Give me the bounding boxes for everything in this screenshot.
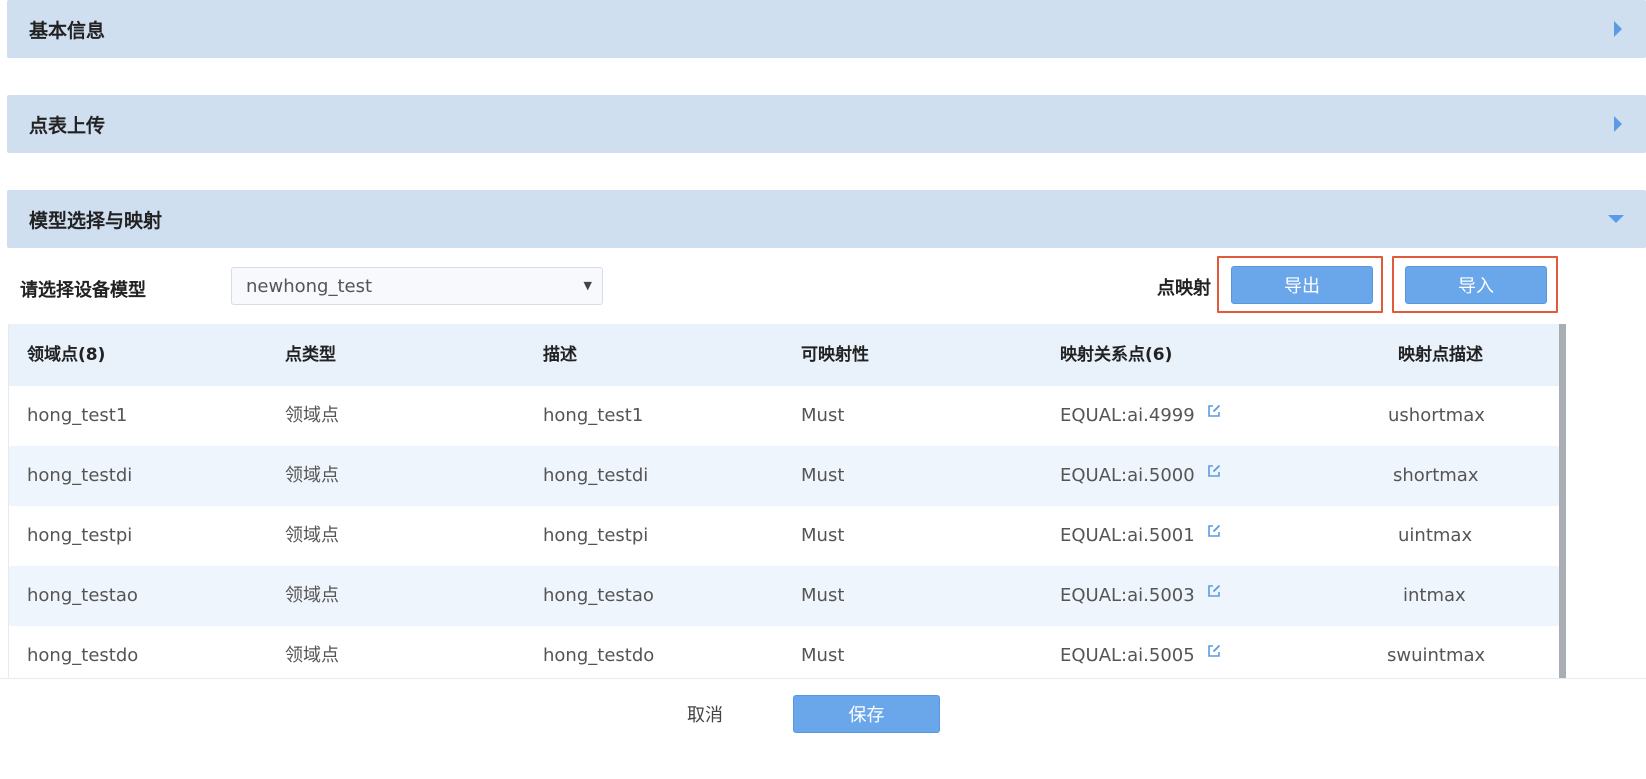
cell-mapping-desc: swuintmax bbox=[1387, 645, 1486, 666]
device-model-select[interactable]: newhong_test ▼ bbox=[231, 267, 603, 305]
mapping-table: 领域点(8) 点类型 描述 可映射性 映射关系点(6) 映射点描述 hong_t… bbox=[8, 324, 1566, 678]
cell-domain-point: hong_testpi bbox=[27, 525, 133, 546]
caret-down-icon bbox=[1608, 215, 1624, 223]
table-row: hong_testdo 领域点 hong_testdo Must EQUAL:a… bbox=[9, 626, 1559, 678]
panel-title-point-upload: 点表上传 bbox=[29, 114, 106, 137]
device-model-select-value: newhong_test bbox=[246, 275, 373, 297]
cell-point-type: 领域点 bbox=[285, 405, 339, 426]
col-header-mapping-desc: 映射点描述 bbox=[1398, 345, 1483, 365]
cell-description: hong_testpi bbox=[543, 525, 649, 546]
cell-description: hong_testdo bbox=[543, 645, 655, 666]
model-select-label: 请选择设备模型 bbox=[20, 280, 146, 301]
cell-mapping-desc: intmax bbox=[1403, 585, 1466, 606]
caret-right-icon bbox=[1614, 116, 1622, 132]
col-header-mappability: 可映射性 bbox=[801, 345, 869, 365]
mapping-point-text: EQUAL:ai.5001 bbox=[1060, 525, 1195, 546]
footer-divider bbox=[0, 678, 1646, 679]
cell-mapping-point: EQUAL:ai.5001 bbox=[1060, 506, 1221, 566]
cell-point-type: 领域点 bbox=[285, 525, 339, 546]
cell-mapping-point: EQUAL:ai.5003 bbox=[1060, 566, 1221, 626]
edit-icon[interactable] bbox=[1207, 503, 1221, 563]
cell-mapping-desc: ushortmax bbox=[1388, 405, 1485, 426]
table-row: hong_testao 领域点 hong_testao Must EQUAL:a… bbox=[9, 566, 1559, 626]
mapping-point-text: EQUAL:ai.5000 bbox=[1060, 465, 1195, 486]
cell-domain-point: hong_testdi bbox=[27, 465, 133, 486]
cell-mapping-desc: shortmax bbox=[1393, 465, 1479, 486]
panel-title-model-mapping: 模型选择与映射 bbox=[29, 209, 163, 232]
cell-mappability: Must bbox=[801, 405, 845, 426]
cell-domain-point: hong_testao bbox=[27, 585, 138, 606]
cell-mapping-point: EQUAL:ai.5005 bbox=[1060, 626, 1221, 678]
table-row: hong_test1 领域点 hong_test1 Must EQUAL:ai.… bbox=[9, 386, 1559, 446]
cell-description: hong_test1 bbox=[543, 405, 644, 426]
edit-icon[interactable] bbox=[1207, 443, 1221, 503]
cell-description: hong_testdi bbox=[543, 465, 649, 486]
mapping-point-text: EQUAL:ai.4999 bbox=[1060, 405, 1195, 426]
dropdown-arrow-icon: ▼ bbox=[583, 279, 592, 292]
cell-mappability: Must bbox=[801, 585, 845, 606]
cell-point-type: 领域点 bbox=[285, 465, 339, 486]
import-button[interactable]: 导入 bbox=[1405, 266, 1547, 304]
cell-mapping-point: EQUAL:ai.4999 bbox=[1060, 386, 1221, 446]
cell-point-type: 领域点 bbox=[285, 645, 339, 666]
table-row: hong_testdi 领域点 hong_testdi Must EQUAL:a… bbox=[9, 446, 1559, 506]
panel-title-basic-info: 基本信息 bbox=[29, 19, 106, 42]
cancel-button[interactable]: 取消 bbox=[660, 696, 750, 732]
mapping-point-text: EQUAL:ai.5003 bbox=[1060, 585, 1195, 606]
table-row: hong_testpi 领域点 hong_testpi Must EQUAL:a… bbox=[9, 506, 1559, 566]
export-button[interactable]: 导出 bbox=[1231, 266, 1373, 304]
cell-domain-point: hong_test1 bbox=[27, 405, 128, 426]
cell-mappability: Must bbox=[801, 465, 845, 486]
cell-mappability: Must bbox=[801, 525, 845, 546]
caret-right-icon bbox=[1614, 21, 1622, 37]
point-mapping-label: 点映射 bbox=[1157, 278, 1211, 299]
edit-icon[interactable] bbox=[1207, 623, 1221, 678]
col-header-point-type: 点类型 bbox=[285, 345, 336, 365]
cell-mapping-desc: uintmax bbox=[1398, 525, 1473, 546]
edit-icon[interactable] bbox=[1207, 383, 1221, 443]
panel-header-basic-info[interactable]: 基本信息 bbox=[7, 0, 1646, 58]
col-header-description: 描述 bbox=[543, 345, 577, 365]
table-header: 领域点(8) 点类型 描述 可映射性 映射关系点(6) 映射点描述 bbox=[9, 324, 1559, 386]
mapping-point-text: EQUAL:ai.5005 bbox=[1060, 645, 1195, 666]
save-button[interactable]: 保存 bbox=[793, 695, 940, 733]
edit-icon[interactable] bbox=[1207, 563, 1221, 623]
table-scrollbar[interactable] bbox=[1559, 324, 1566, 678]
cell-description: hong_testao bbox=[543, 585, 654, 606]
col-header-mapping-point: 映射关系点(6) bbox=[1060, 345, 1173, 365]
cell-point-type: 领域点 bbox=[285, 585, 339, 606]
cell-mappability: Must bbox=[801, 645, 845, 666]
col-header-domain-point: 领域点(8) bbox=[27, 345, 106, 365]
cell-mapping-point: EQUAL:ai.5000 bbox=[1060, 446, 1221, 506]
panel-header-point-upload[interactable]: 点表上传 bbox=[7, 95, 1646, 153]
panel-header-model-mapping[interactable]: 模型选择与映射 bbox=[7, 190, 1646, 248]
cell-domain-point: hong_testdo bbox=[27, 645, 139, 666]
